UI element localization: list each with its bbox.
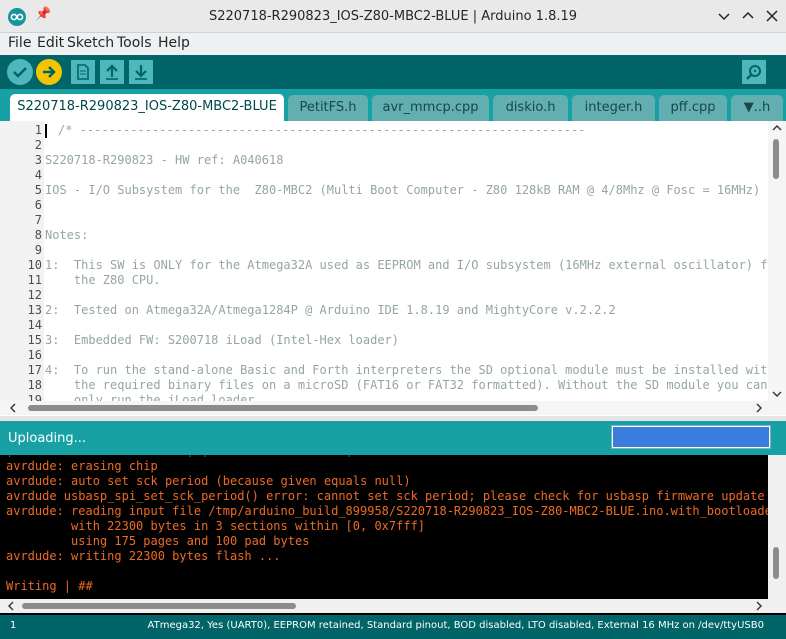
close-icon — [766, 10, 778, 22]
chevron-down-icon — [718, 13, 730, 21]
new-button[interactable] — [71, 60, 95, 84]
console-line: Writing | ## — [6, 579, 93, 593]
line-number: 9 — [34, 243, 42, 257]
menu-tools[interactable]: Tools — [117, 35, 152, 51]
line-number: 15 — [27, 333, 42, 347]
serial-monitor-button[interactable] — [742, 60, 766, 84]
arrow-right-icon — [43, 66, 56, 78]
line-number: 3 — [34, 153, 42, 167]
code-line: Notes: — [45, 228, 89, 242]
scroll-right-arrow-icon[interactable] — [752, 401, 766, 415]
open-button[interactable] — [100, 60, 124, 84]
save-button[interactable] — [129, 60, 153, 84]
console-line: using 175 pages and 100 pad bytes — [6, 534, 310, 548]
line-number: 18 — [27, 378, 42, 392]
maximize-button[interactable] — [738, 6, 758, 26]
upload-progress-bar — [611, 425, 771, 449]
tab-integer-h[interactable]: integer.h — [572, 95, 655, 121]
line-number: 5 — [34, 183, 42, 197]
status-message: Uploading... — [8, 431, 87, 446]
save-arrow-down-icon — [135, 65, 147, 80]
toolbar — [0, 55, 786, 89]
scroll-right-arrow-icon[interactable] — [752, 599, 766, 613]
arduino-ide-window: 📌 S220718-R290823_IOS-Z80-MBC2-BLUE | Ar… — [0, 0, 786, 639]
console-line: avrdude: erasing chip — [6, 459, 158, 473]
magnifier-icon — [746, 65, 761, 80]
close-button[interactable] — [762, 6, 782, 26]
line-number: 16 — [27, 348, 42, 362]
line-number: 17 — [27, 363, 42, 377]
code-line: the Z80 CPU. — [45, 273, 161, 287]
tab-bar: S220718-R290823_IOS-Z80-MBC2-BLUE PetitF… — [0, 89, 786, 121]
chevron-up-icon — [742, 11, 754, 19]
tab-main-sketch[interactable]: S220718-R290823_IOS-Z80-MBC2-BLUE — [10, 94, 284, 121]
tab-petitfs-h[interactable]: PetitFS.h — [288, 95, 368, 121]
upload-progress-fill — [613, 427, 769, 447]
line-number: 2 — [34, 138, 42, 152]
footer-bar: 1 ATmega32, Yes (UART0), EEPROM retained… — [0, 615, 786, 639]
title-bar: 📌 S220718-R290823_IOS-Z80-MBC2-BLUE | Ar… — [0, 0, 786, 33]
menu-help[interactable]: Help — [158, 35, 190, 51]
open-arrow-up-icon — [106, 64, 118, 80]
console-line: avrdude usbasp_spi_set_sck_period() erro… — [6, 489, 765, 503]
code-line: 1: This SW is ONLY for the Atmega32A use… — [45, 258, 782, 272]
menu-bar: File Edit Sketch Tools Help — [0, 33, 786, 55]
line-number: 14 — [27, 318, 42, 332]
line-number: 8 — [34, 228, 42, 242]
console-line: avrdude: reading input file /tmp/arduino… — [6, 504, 768, 518]
line-number: 6 — [34, 198, 42, 212]
code-line: IOS - I/O Subsystem for the Z80-MBC2 (Mu… — [45, 183, 761, 197]
new-file-icon — [77, 64, 89, 80]
code-editor[interactable]: 1 /* -----------------------------------… — [0, 121, 786, 416]
code-line: /* -------------------------------------… — [58, 123, 586, 137]
line-number: 1 — [34, 123, 42, 137]
editor-horizontal-scroll-thumb[interactable] — [28, 405, 538, 411]
console-line: with 22300 bytes in 3 sections within [0… — [6, 519, 426, 533]
scroll-left-arrow-icon[interactable] — [4, 599, 18, 613]
editor-vertical-scroll-thumb[interactable] — [773, 139, 779, 179]
line-number: 13 — [27, 303, 42, 317]
console-horizontal-scroll-thumb[interactable] — [22, 603, 296, 609]
code-line: only run the iLoad loader. — [45, 393, 262, 401]
menu-file[interactable]: File — [8, 35, 31, 51]
scroll-down-arrow-icon[interactable] — [768, 387, 786, 401]
line-number: 12 — [27, 288, 42, 302]
line-number: 10 — [27, 258, 42, 272]
scroll-left-arrow-icon[interactable] — [6, 401, 20, 415]
minimize-button[interactable] — [714, 6, 734, 26]
tab-avr-mmcp-cpp[interactable]: avr_mmcp.cpp — [372, 95, 489, 121]
tab-pff-cpp[interactable]: pff.cpp — [659, 95, 727, 121]
window-title: S220718-R290823_IOS-Z80-MBC2-BLUE | Ardu… — [208, 9, 578, 24]
board-info: ATmega32, Yes (UART0), EEPROM retained, … — [147, 620, 764, 631]
verify-button[interactable] — [7, 59, 33, 85]
line-number: 7 — [34, 213, 42, 227]
console-line: avrdude: auto set sck period (because gi… — [6, 474, 411, 488]
check-icon — [13, 67, 27, 78]
code-line: S220718-R290823 - HW ref: A040618 — [45, 153, 284, 167]
text-caret — [45, 124, 47, 138]
console-vertical-scroll-thumb[interactable] — [773, 547, 779, 579]
current-line-number: 1 — [10, 620, 17, 631]
menu-sketch[interactable]: Sketch — [67, 35, 114, 51]
upload-button[interactable] — [36, 59, 62, 85]
console-line: avrdude: writing 22300 bytes flash ... — [6, 549, 281, 563]
scroll-up-arrow-icon[interactable] — [768, 121, 786, 135]
tab-overflow-menu[interactable]: ▼..h — [731, 95, 783, 121]
code-line: 4: To run the stand-alone Basic and Fort… — [45, 363, 775, 377]
code-line: 3: Embedded FW: S200718 iLoad (Intel-Hex… — [45, 333, 400, 347]
tab-diskio-h[interactable]: diskio.h — [493, 95, 568, 121]
menu-edit[interactable]: Edit — [37, 35, 64, 51]
line-number: 19 — [27, 393, 42, 401]
code-line: the required binary files on a microSD (… — [45, 378, 768, 392]
line-number: 4 — [34, 168, 42, 182]
console-output[interactable]: . . . . avrdude: erasing chip avrdude: a… — [0, 446, 786, 615]
code-line: 2: Tested on Atmega32A/Atmega1284P @ Ard… — [45, 303, 616, 317]
line-number: 11 — [27, 273, 42, 287]
console-line-partial: . . . . — [6, 446, 353, 460]
